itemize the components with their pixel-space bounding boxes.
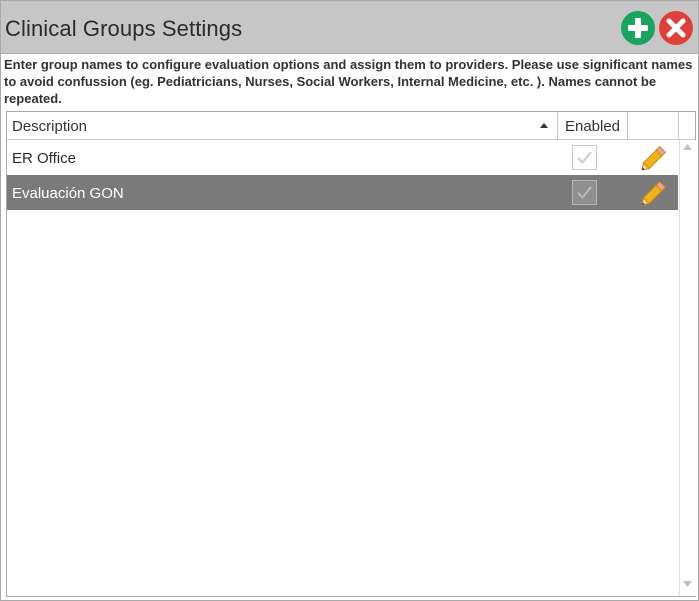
scroll-down-arrow-icon[interactable] [683, 581, 692, 587]
window-title: Clinical Groups Settings [5, 16, 243, 41]
group-description: Evaluación GON [12, 185, 124, 202]
enabled-checkbox[interactable] [572, 145, 597, 170]
enabled-checkbox[interactable] [572, 180, 597, 205]
sort-ascending-icon [540, 123, 548, 128]
column-header-scroll-spacer [679, 112, 695, 139]
edit-pencil-icon[interactable] [637, 176, 671, 210]
scroll-up-arrow-icon[interactable] [683, 144, 692, 150]
table-row[interactable]: ER Office [7, 140, 678, 175]
title-bar: Clinical Groups Settings [1, 1, 698, 54]
column-header-description[interactable]: Description [7, 112, 558, 139]
settings-window: Clinical Groups Settings Enter group nam… [0, 0, 699, 601]
groups-grid: Description Enabled ER Office Evaluación… [6, 111, 696, 597]
table-row-selected[interactable]: Evaluación GON [7, 175, 678, 210]
edit-pencil-icon[interactable] [637, 141, 671, 175]
checkmark-icon [577, 186, 592, 200]
close-button[interactable] [659, 11, 693, 45]
column-header-enabled[interactable]: Enabled [558, 112, 628, 139]
x-circle-icon [666, 18, 686, 38]
column-header-edit [628, 112, 679, 139]
add-group-button[interactable] [621, 11, 655, 45]
group-description: ER Office [12, 150, 76, 167]
instructions-text: Enter group names to configure evaluatio… [4, 57, 693, 106]
vertical-scrollbar[interactable] [679, 140, 696, 596]
grid-header: Description Enabled [7, 112, 695, 140]
plus-circle-icon [628, 18, 648, 38]
checkmark-icon [577, 151, 592, 165]
